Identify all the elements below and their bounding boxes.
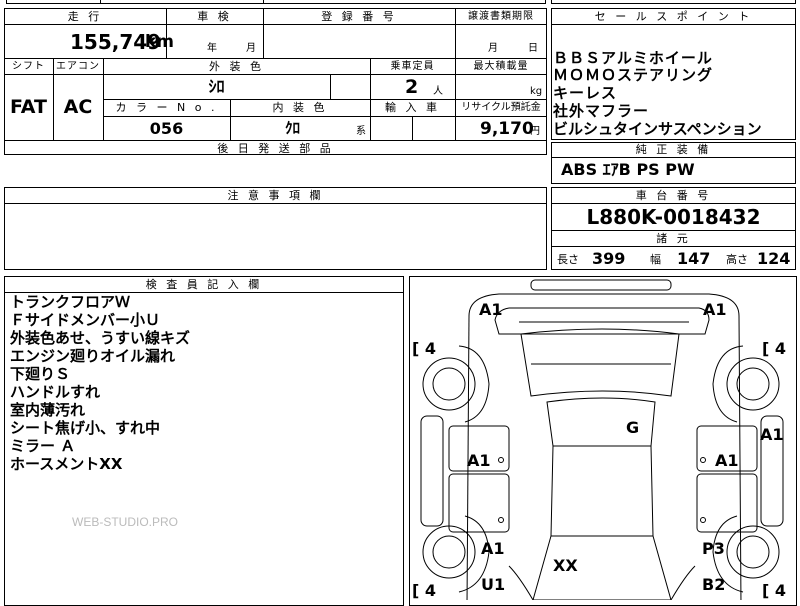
recycle-header: リサイクル預託金	[461, 102, 541, 113]
registration-header: 登 録 番 号	[321, 10, 397, 23]
tire-rating-front-right: [ 4	[762, 581, 787, 600]
standard-equipment-value: ABS ｴｱB PS PW	[561, 160, 695, 179]
capacity-header: 乗車定員	[390, 61, 435, 72]
damage-mark: A1	[479, 300, 503, 319]
tire-rating-rear-left: [ 4	[412, 339, 437, 358]
inspector-note: 下廻りＳ	[10, 365, 71, 383]
damage-mark: A1	[715, 451, 739, 470]
inspector-note: 室内薄汚れ	[10, 401, 86, 419]
specs-header: 諸 元	[656, 232, 691, 245]
aircon-header: エアコン	[56, 61, 100, 72]
inspector-notes-header: 検 査 員 記 入 欄	[145, 278, 263, 291]
tire-rating-rear-right: [ 4	[762, 339, 787, 358]
damage-mark: P3	[702, 539, 725, 558]
length-label: 長さ	[557, 253, 579, 266]
damage-mark: A1	[481, 539, 505, 558]
width-label: 幅	[650, 253, 661, 266]
caution-header: 注 意 事 項 欄	[227, 189, 324, 202]
inspector-note: ハンドルすれ	[10, 383, 101, 401]
capacity-unit: 人	[433, 86, 443, 97]
length-value: 399	[592, 249, 626, 268]
interior-color-value: ｸﾛ	[284, 119, 300, 137]
watermark: WEB-STUDIO.PRO	[72, 515, 179, 529]
transfer-day-unit: 日	[528, 43, 538, 54]
inspector-note: 外装色あせ、うすい線キズ	[10, 329, 191, 347]
damage-mark: A1	[467, 451, 491, 470]
interior-color-header: 内 装 色	[272, 101, 328, 114]
transfer-month-unit: 月	[488, 43, 498, 54]
sales-point-item: 社外マフラー	[553, 102, 650, 120]
damage-mark: XX	[553, 556, 578, 575]
height-label: 高さ	[726, 253, 748, 266]
sales-point-item: ＢＢＳアルミホイール	[553, 49, 713, 67]
tire-rating-front-left: [ 4	[412, 581, 437, 600]
standard-equipment-header: 純 正 装 備	[635, 143, 712, 156]
mileage-unit: km	[145, 32, 175, 52]
max-load-header: 最大積載量	[473, 61, 529, 72]
inspector-note: エンジン廻りオイル漏れ	[10, 347, 176, 365]
chassis-number-value: L880K-0018432	[586, 205, 761, 229]
car-outline	[420, 279, 784, 600]
import-header: 輸 入 車	[385, 101, 440, 114]
mileage-header: 走 行	[67, 10, 103, 23]
exterior-color-value: ｼﾛ	[208, 77, 225, 96]
inspection-header: 車 検	[197, 10, 232, 23]
sales-point-item: ビルシュタインサスペンション	[553, 120, 762, 138]
transfer-deadline-header: 譲渡書類期限	[468, 11, 534, 22]
damage-mark: U1	[481, 575, 506, 594]
recycle-unit: 円	[530, 126, 540, 137]
damage-mark: A1	[703, 300, 727, 319]
width-value: 147	[677, 249, 711, 268]
shift-value: FAT	[10, 96, 47, 118]
chassis-number-header: 車 台 番 号	[635, 189, 712, 202]
inspector-note: Ｆサイドメンバー小Ｕ	[10, 311, 161, 329]
inspector-note: トランクフロアＷ	[10, 293, 131, 311]
sales-point-header: セ ー ル ス ポ イ ン ト	[594, 10, 753, 23]
color-no-header: カ ラ ー N o .	[115, 101, 218, 114]
max-load-unit: kg	[530, 86, 543, 97]
damage-mark: G	[626, 418, 640, 437]
inspection-month-unit: 月	[246, 43, 256, 54]
height-value: 124	[757, 249, 791, 268]
aircon-value: AC	[63, 96, 93, 118]
later-parts-header: 後 日 発 送 部 品	[217, 142, 334, 155]
damage-mark: B2	[702, 575, 726, 594]
color-no-value: 056	[149, 119, 184, 138]
inspector-note: ホースメントXX	[10, 455, 123, 473]
recycle-fee-value: 9,170	[480, 119, 534, 139]
exterior-color-header: 外 装 色	[209, 60, 264, 73]
inspection-year-unit: 年	[207, 43, 217, 54]
shift-header: シフト	[12, 61, 45, 72]
sales-point-item: ＭＯＭＯステアリング	[553, 66, 714, 84]
sales-point-item: キーレス	[553, 84, 618, 102]
capacity-value: 2	[405, 76, 419, 98]
inspector-note: シート焦げ小、すれ中	[10, 419, 161, 437]
inspector-note: ミラー Ａ	[10, 437, 76, 455]
interior-suffix: 系	[356, 126, 366, 137]
damage-mark: A1	[760, 425, 784, 444]
